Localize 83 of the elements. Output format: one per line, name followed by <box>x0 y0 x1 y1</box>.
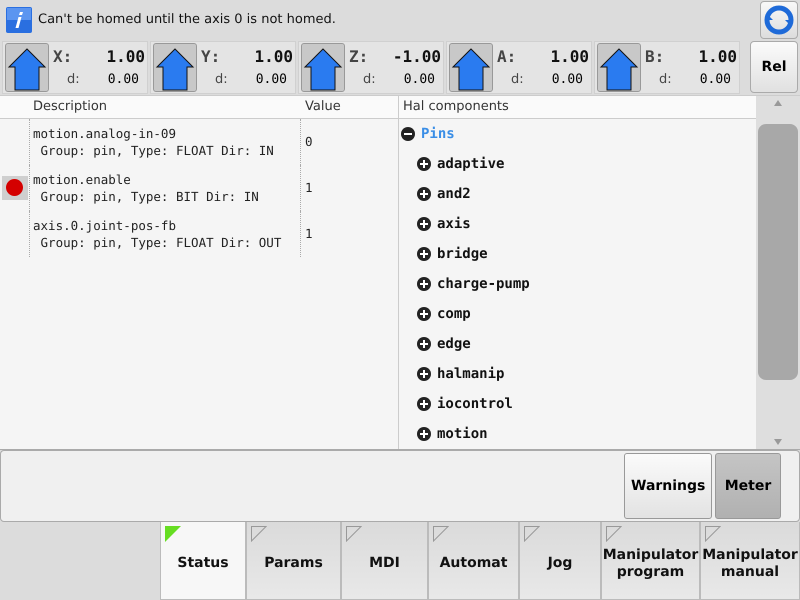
tree-item[interactable]: motion <box>437 426 488 442</box>
house-icon <box>7 46 47 91</box>
breakpoint-marker[interactable] <box>6 179 23 196</box>
home-button[interactable] <box>301 42 345 92</box>
expand-icon[interactable] <box>417 366 431 381</box>
tree-item[interactable]: iocontrol <box>437 396 513 412</box>
axis-position: 1.00 <box>105 47 145 66</box>
tree-item[interactable]: axis <box>437 216 471 232</box>
axis-label: B: <box>645 47 666 66</box>
distance-value: 0.00 <box>254 72 288 88</box>
expand-icon[interactable] <box>417 306 431 321</box>
distance-label: d: <box>214 72 228 88</box>
distance-value: 0.00 <box>402 72 436 88</box>
refresh-button[interactable] <box>760 0 798 39</box>
distance-label: d: <box>66 72 80 88</box>
axis-position: 1.00 <box>697 47 737 66</box>
column-header: Hal components <box>402 99 510 114</box>
column-header: Value <box>304 99 342 114</box>
panel-button[interactable]: Meter <box>715 453 781 520</box>
tree-item[interactable]: charge-pump <box>437 276 530 292</box>
home-button[interactable] <box>597 42 641 92</box>
distance-value: 0.00 <box>698 72 732 88</box>
distance-label: d: <box>658 72 672 88</box>
axis-label: A: <box>497 47 518 66</box>
rel-button[interactable]: Rel <box>750 41 798 94</box>
tab[interactable]: Manipulator manual <box>700 522 800 600</box>
panel-button[interactable]: Warnings <box>624 453 712 520</box>
tab[interactable]: Status <box>160 522 246 600</box>
tab[interactable]: Params <box>246 522 341 600</box>
tree-item[interactable]: edge <box>437 336 471 352</box>
corner-triangle-icon <box>606 526 622 542</box>
pin-description: motion.enable Group: pin, Type: BIT Dir: IN <box>29 164 301 211</box>
tab[interactable]: Automat <box>428 522 519 600</box>
house-icon <box>303 46 343 91</box>
tree-item[interactable]: and2 <box>437 186 471 202</box>
tab[interactable]: Jog <box>519 522 601 600</box>
expand-icon[interactable] <box>417 396 431 411</box>
axis-label: Y: <box>201 47 222 66</box>
pin-description: motion.analog-in-09 Group: pin, Type: FLOAT Dir: IN <box>29 118 301 165</box>
expand-icon[interactable] <box>417 186 431 201</box>
house-icon <box>155 46 195 91</box>
tree-item[interactable]: comp <box>437 306 471 322</box>
distance-label: d: <box>510 72 524 88</box>
expand-icon[interactable] <box>417 276 431 291</box>
tab[interactable]: MDI <box>341 522 428 600</box>
home-button[interactable] <box>449 42 493 92</box>
tree-item[interactable]: bridge <box>437 246 488 262</box>
refresh-icon <box>764 4 794 35</box>
collapse-icon[interactable] <box>401 126 415 141</box>
expand-icon[interactable] <box>417 156 431 171</box>
expand-icon[interactable] <box>417 336 431 351</box>
axis-position: -1.00 <box>392 47 441 66</box>
tab[interactable]: Manipulator program <box>601 522 700 600</box>
distance-label: d: <box>362 72 376 88</box>
home-button[interactable] <box>5 42 49 92</box>
expand-icon[interactable] <box>417 216 431 231</box>
pin-description: axis.0.joint-pos-fb Group: pin, Type: FLOAT Dir: OUT <box>29 210 301 257</box>
tree-item[interactable]: adaptive <box>437 156 504 172</box>
corner-triangle-icon <box>251 526 267 542</box>
house-icon <box>451 46 491 91</box>
pin-value: 0 <box>304 134 313 150</box>
corner-triangle-icon <box>346 526 362 542</box>
distance-value: 0.00 <box>106 72 140 88</box>
axis-position: 1.00 <box>549 47 589 66</box>
corner-triangle-icon <box>433 526 449 542</box>
corner-triangle-icon <box>165 526 181 542</box>
status-message: Can't be homed until the axis 0 is not homed. <box>38 12 337 28</box>
home-button[interactable] <box>153 42 197 92</box>
corner-triangle-icon <box>524 526 540 542</box>
column-header: Description <box>32 99 108 114</box>
house-icon <box>599 46 639 91</box>
expand-icon[interactable] <box>417 426 431 441</box>
info-icon <box>6 6 32 33</box>
expand-icon[interactable] <box>417 246 431 261</box>
scrollbar[interactable] <box>756 96 800 450</box>
axis-label: Z: <box>349 47 370 66</box>
pin-value: 1 <box>304 180 313 196</box>
corner-triangle-icon <box>705 526 721 542</box>
axis-label: X: <box>53 47 74 66</box>
pin-value: 1 <box>304 226 313 242</box>
axis-position: 1.00 <box>253 47 293 66</box>
tree-item[interactable]: halmanip <box>437 366 504 382</box>
distance-value: 0.00 <box>550 72 584 88</box>
